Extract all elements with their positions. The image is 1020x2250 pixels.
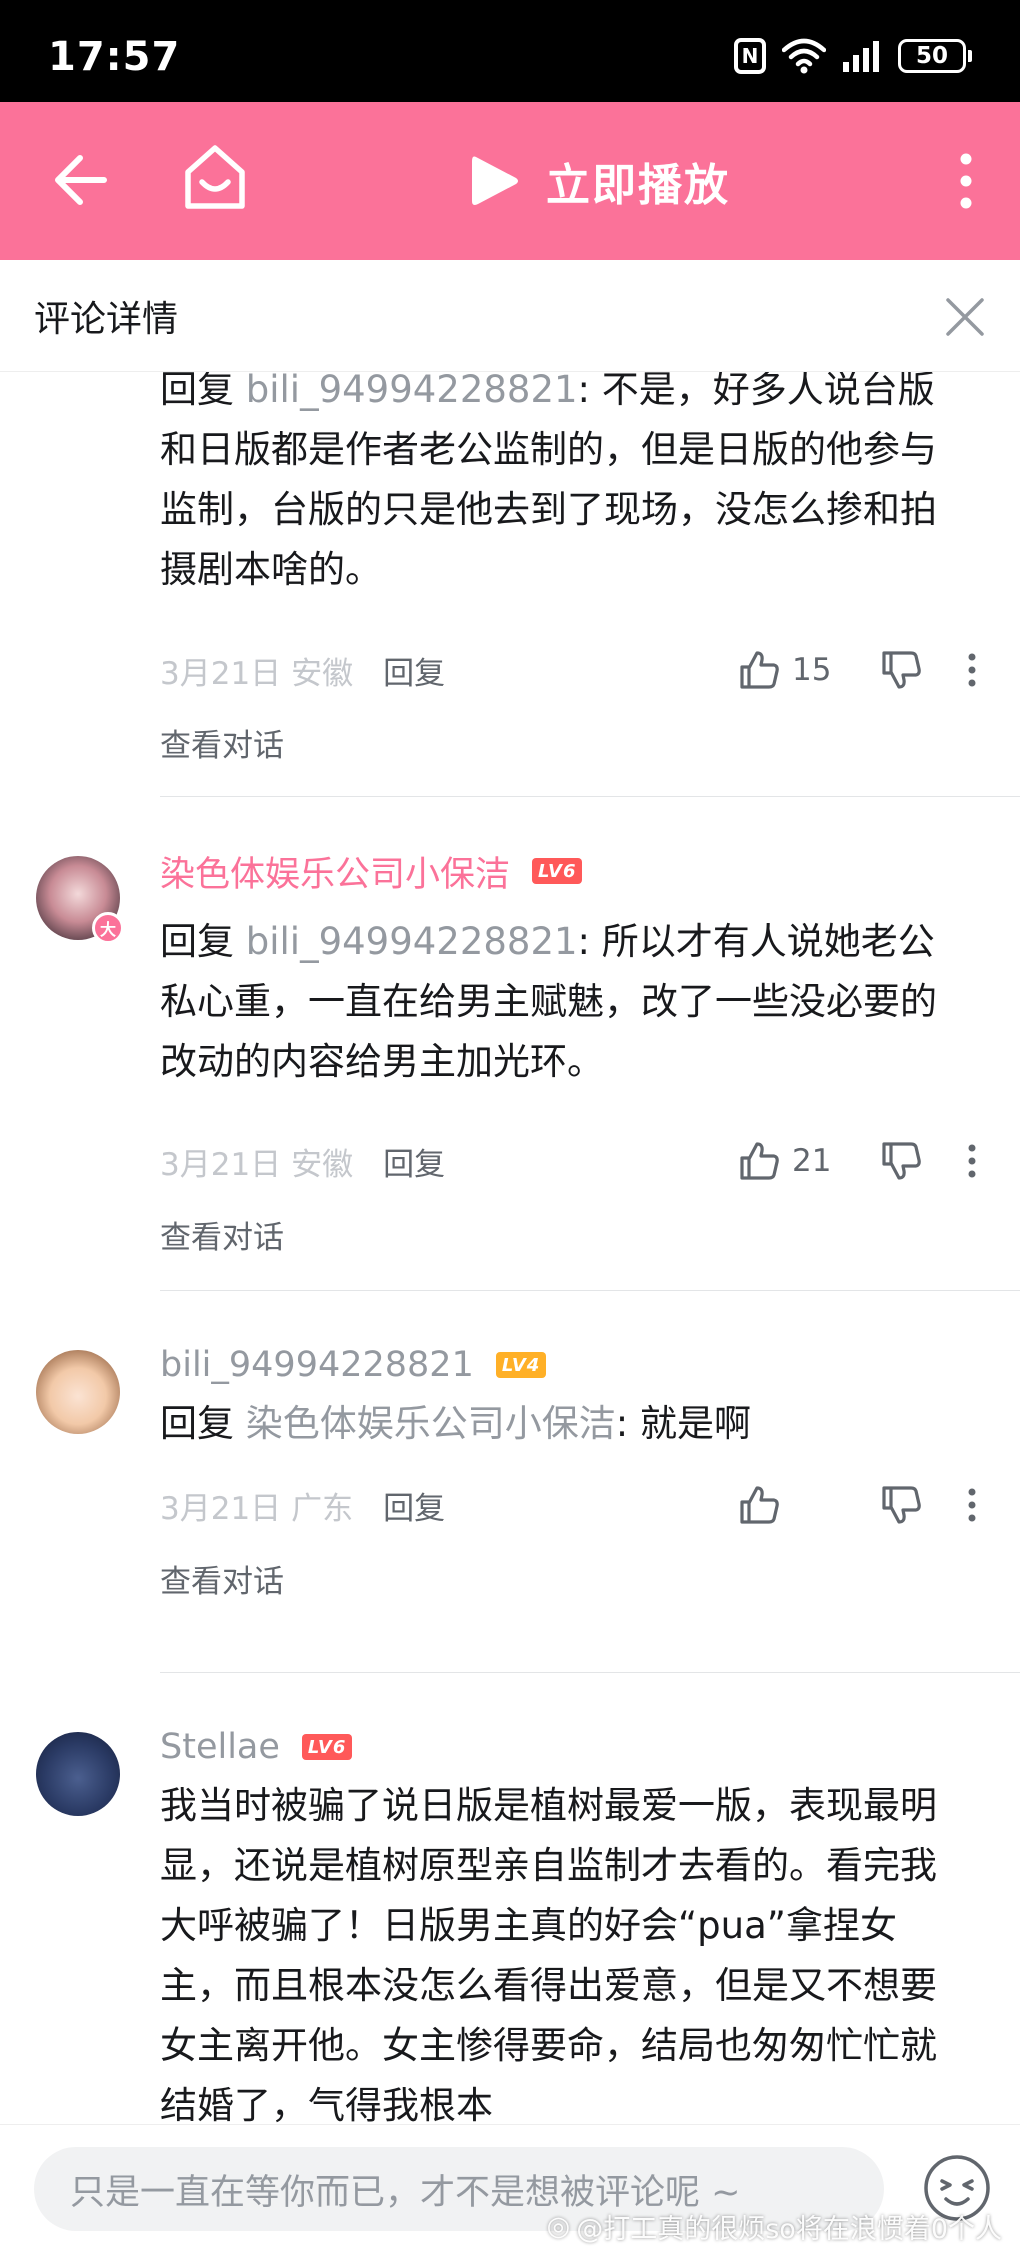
username[interactable]: Stellae: [160, 1727, 280, 1767]
reply-item: 大 回复 bili_94994228821: 不是，好多人说台版和日版都是作者老…: [0, 372, 1020, 764]
reply-meta: 3月21日 广东 回复: [160, 1480, 1000, 1530]
divider: [160, 1290, 1020, 1291]
level-badge: LV6: [532, 858, 583, 884]
status-time: 17:57: [48, 34, 181, 80]
dislike-icon[interactable]: [880, 1484, 922, 1526]
reply-prefix: 回复: [160, 920, 246, 963]
dislike-icon[interactable]: [880, 649, 922, 691]
view-conversation-link[interactable]: 查看对话: [160, 1212, 284, 1257]
watermark-text: @打工真的很烦so将在浪惯着0个人: [576, 2214, 1002, 2245]
like-count: 21: [792, 1143, 832, 1179]
reply-content: 回复 bili_94994228821: 不是，好多人说台版和日版都是作者老公监…: [160, 372, 970, 600]
weibo-logo-icon: ◎: [546, 2211, 571, 2242]
avatar[interactable]: [36, 1350, 120, 1434]
like-icon[interactable]: [738, 1484, 780, 1526]
view-conversation-link[interactable]: 查看对话: [160, 720, 284, 765]
view-conversation-link[interactable]: 查看对话: [160, 1556, 284, 1601]
user-line: Stellae LV6: [160, 1724, 353, 1770]
signal-icon: [842, 40, 882, 72]
reply-meta: 3月21日 安徽 回复 21: [160, 1136, 1000, 1186]
reply-item: Stellae LV6 我当时被骗了说日版是植树最爱一版，表现最明显，还说是植树…: [0, 1727, 1020, 2124]
more-options-icon[interactable]: [968, 1144, 976, 1178]
reply-prefix: 回复: [160, 1402, 246, 1445]
reaction-area: 15: [738, 645, 1000, 695]
reply-prefix: 回复: [160, 372, 246, 411]
reply-location: 广东: [291, 1490, 354, 1527]
user-line: 染色体娱乐公司小保洁 LV6: [160, 846, 583, 897]
reply-button[interactable]: 回复: [383, 648, 445, 693]
more-options-icon[interactable]: [968, 653, 976, 687]
reply-item: bili_94994228821 LV4 回复 染色体娱乐公司小保洁: 就是啊 …: [0, 1345, 1020, 1630]
battery-indicator: 50: [898, 39, 972, 73]
wifi-icon: [782, 38, 826, 74]
watermark: ◎ @打工真的很烦so将在浪惯着0个人: [547, 2207, 1002, 2246]
reply-item: 大 染色体娱乐公司小保洁 LV6 回复 bili_94994228821: 所以…: [0, 855, 1020, 1306]
mention-link[interactable]: bili_94994228821: [246, 372, 578, 411]
like-count: 15: [792, 652, 832, 688]
username[interactable]: 染色体娱乐公司小保洁: [160, 846, 510, 897]
back-arrow-icon[interactable]: [50, 150, 110, 210]
reply-content: 回复 染色体娱乐公司小保洁: 就是啊: [160, 1394, 970, 1454]
reply-date: 3月21日: [160, 1146, 282, 1183]
app-header: 立即播放: [0, 102, 1020, 260]
mention-link[interactable]: 染色体娱乐公司小保洁: [246, 1402, 616, 1445]
more-options-icon[interactable]: [958, 152, 974, 210]
reply-date: 3月21日: [160, 1490, 282, 1527]
avatar[interactable]: [36, 1732, 120, 1816]
reply-location: 安徽: [291, 1146, 354, 1183]
battery-level: 50: [898, 39, 966, 73]
dislike-icon[interactable]: [880, 1140, 922, 1182]
reply-date: 3月21日: [160, 655, 282, 692]
comment-input-bar: 只是一直在等你而已，才不是想被评论呢 ~ ◎ @打工真的很烦so将在浪惯着0个人: [0, 2124, 1020, 2250]
like-icon[interactable]: [738, 649, 780, 691]
reply-button[interactable]: 回复: [383, 1483, 445, 1528]
status-bar: 17:57 N 50: [0, 0, 1020, 102]
username[interactable]: bili_94994228821: [160, 1345, 474, 1385]
level-badge: LV6: [301, 1734, 353, 1760]
status-icons: N 50: [734, 36, 972, 76]
mention-link[interactable]: bili_94994228821: [246, 920, 578, 963]
comment-content: 我当时被骗了说日版是植树最爱一版，表现最明显，还说是植树原型亲自监制才去看的。看…: [160, 1784, 937, 2124]
battery-tip: [968, 50, 972, 62]
play-now-button[interactable]: 立即播放: [470, 146, 730, 216]
reply-meta: 3月21日 安徽 回复 15: [160, 645, 1000, 695]
play-now-label: 立即播放: [546, 160, 730, 211]
comment-list[interactable]: 大 回复 bili_94994228821: 不是，好多人说台版和日版都是作者老…: [0, 372, 1020, 2124]
comment-detail-bar: 评论详情: [0, 260, 1020, 372]
close-icon[interactable]: [944, 296, 986, 338]
user-line: bili_94994228821 LV4: [160, 1342, 547, 1388]
divider: [160, 796, 1020, 797]
page-title: 评论详情: [34, 299, 179, 340]
play-icon: [472, 156, 518, 205]
reaction-area: [738, 1480, 1000, 1530]
more-options-icon[interactable]: [968, 1488, 976, 1522]
vip-badge: 大: [92, 912, 124, 944]
like-icon[interactable]: [738, 1140, 780, 1182]
reaction-area: 21: [738, 1136, 1000, 1186]
reply-location: 安徽: [291, 655, 354, 692]
divider: [160, 1672, 1020, 1673]
home-icon[interactable]: [182, 142, 248, 212]
reply-content: 回复 bili_94994228821: 所以才有人说她老公私心重，一直在给男主…: [160, 912, 970, 1092]
reply-button[interactable]: 回复: [383, 1139, 445, 1184]
reply-text: : 就是啊: [615, 1402, 751, 1445]
avatar[interactable]: 大: [36, 856, 124, 944]
level-badge: LV4: [495, 1352, 547, 1378]
nfc-icon: N: [734, 38, 766, 74]
